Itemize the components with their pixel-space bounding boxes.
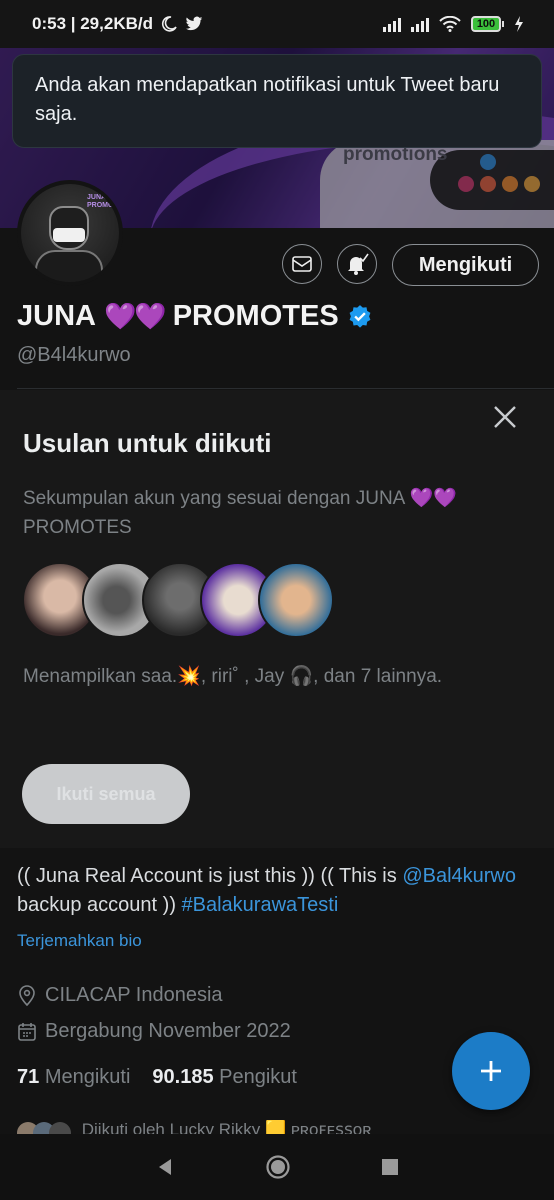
location-row: CILACAP Indonesia	[17, 984, 223, 1007]
bio-mention-link[interactable]: @Bal4kurwo	[402, 865, 516, 887]
notification-toast: Anda akan mendapatkan notifikasi untuk T…	[12, 54, 542, 148]
following-stat[interactable]: 71 Mengikuti	[17, 1066, 130, 1089]
suggestions-showing-text: Menampilkan saa.💥, riri˚ , Jay 🎧, dan 7 …	[23, 666, 443, 687]
followed-by-text: Diikuti oleh Lucky Rikky 🟨 ᴘʀᴏꜰᴇꜱꜱᴏʀ	[81, 1120, 372, 1134]
translate-bio-link[interactable]: Terjemahkan bio	[17, 931, 142, 951]
location-icon	[19, 984, 35, 1006]
signal-icon	[383, 16, 401, 32]
followed-by-avatars	[17, 1120, 77, 1134]
recents-icon[interactable]	[381, 1158, 399, 1176]
followers-stat[interactable]: 90.185 Pengikut	[152, 1066, 297, 1089]
divider	[17, 388, 554, 389]
status-bar: 0:53 | 29,2KB/d 100	[0, 0, 554, 48]
follow-all-button[interactable]: Ikuti semua	[22, 764, 190, 824]
profile-name-hearts: 💜💜	[103, 301, 167, 331]
calendar-icon	[18, 1022, 36, 1041]
close-icon[interactable]	[490, 402, 520, 432]
wifi-icon	[439, 16, 461, 32]
notification-bell-button[interactable]	[337, 244, 377, 284]
location-text: CILACAP Indonesia	[45, 984, 223, 1006]
avatar-logo-text: JUNA PROMOTES	[87, 194, 119, 209]
system-nav-bar	[0, 1134, 554, 1200]
status-right: 100	[383, 16, 524, 32]
status-time: 0:53 | 29,2KB/d	[32, 14, 153, 33]
suggested-avatars[interactable]	[22, 562, 342, 640]
joined-row: Bergabung November 2022	[17, 1020, 291, 1043]
battery-indicator: 100	[471, 16, 504, 32]
following-label: Mengikuti	[44, 1066, 131, 1088]
avatar[interactable]: JUNA PROMOTES	[17, 180, 123, 286]
compose-tweet-button[interactable]	[452, 1032, 530, 1110]
followers-label: Pengikut	[219, 1066, 297, 1088]
plus-icon	[481, 1061, 501, 1081]
bio-hashtag-link[interactable]: #BalakurawaTesti	[182, 894, 339, 916]
follow-stats: 71 Mengikuti 90.185 Pengikut	[17, 1066, 297, 1089]
moon-icon	[161, 16, 177, 32]
bio-text-2: backup account ))	[17, 894, 182, 916]
followed-by-row[interactable]: Diikuti oleh Lucky Rikky 🟨 ᴘʀᴏꜰᴇꜱꜱᴏʀ	[17, 1120, 487, 1134]
profile-bio: (( Juna Real Account is just this )) (( …	[17, 862, 537, 920]
back-icon[interactable]	[155, 1157, 175, 1177]
mail-icon	[292, 256, 312, 272]
followers-count: 90.185	[152, 1066, 214, 1088]
home-icon[interactable]	[265, 1154, 291, 1180]
suggested-avatar[interactable]	[258, 562, 334, 638]
twitter-icon	[185, 16, 203, 31]
suggestions-subtitle: Sekumpulan akun yang sesuai dengan JUNA …	[23, 488, 457, 538]
following-button[interactable]: Mengikuti	[392, 244, 539, 286]
signal-icon-2	[411, 16, 429, 32]
profile-name: JUNA 💜💜 PROMOTES	[17, 300, 373, 333]
profile-name-first: JUNA	[17, 300, 96, 332]
profile-handle: @B4l4kurwo	[17, 344, 131, 366]
profile-name-last: PROMOTES	[172, 300, 339, 332]
joined-text: Bergabung November 2022	[45, 1020, 291, 1042]
charging-icon	[515, 16, 523, 32]
following-count: 71	[17, 1066, 40, 1088]
battery-level: 100	[471, 16, 501, 32]
suggestions-title: Usulan untuk diikuti	[23, 428, 272, 458]
status-left: 0:53 | 29,2KB/d	[32, 14, 203, 34]
bio-text-1: (( Juna Real Account is just this )) (( …	[17, 865, 403, 887]
verified-icon	[349, 304, 371, 328]
bell-check-icon	[348, 253, 369, 275]
message-button[interactable]	[282, 244, 322, 284]
